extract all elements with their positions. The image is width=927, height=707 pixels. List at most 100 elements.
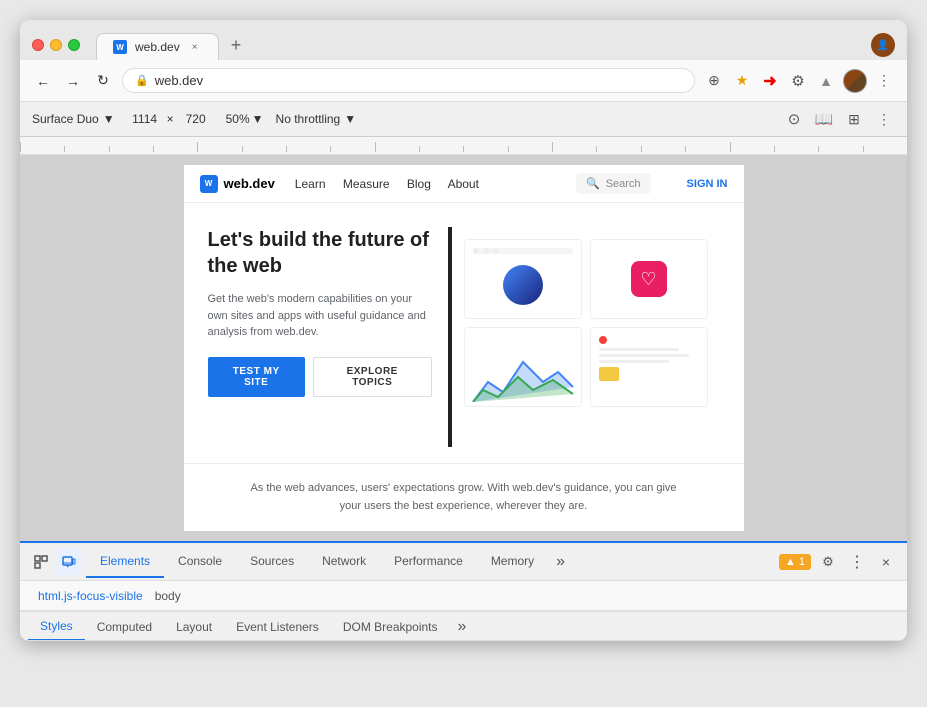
ruler-mark bbox=[774, 146, 818, 152]
split-line bbox=[448, 227, 452, 447]
tab-network[interactable]: Network bbox=[308, 546, 380, 578]
nav-learn[interactable]: Learn bbox=[295, 177, 326, 191]
device-mode-button[interactable] bbox=[56, 549, 82, 575]
device-toolbar: Surface Duo ▼ × 50% ▼ No throttling ▼ ⊙ … bbox=[20, 102, 907, 137]
ruler-mark bbox=[685, 146, 729, 152]
subtab-layout[interactable]: Layout bbox=[164, 614, 224, 640]
tab-close-button[interactable]: × bbox=[188, 40, 202, 54]
zoom-value: 50% bbox=[226, 112, 250, 126]
zoom-selector[interactable]: 50% ▼ bbox=[226, 112, 264, 126]
dimensions-times: × bbox=[167, 112, 174, 126]
explore-topics-button[interactable]: EXPLORE TOPICS bbox=[313, 357, 432, 397]
nav-blog[interactable]: Blog bbox=[407, 177, 431, 191]
ruler-mark bbox=[641, 146, 685, 152]
breadcrumb-body[interactable]: body bbox=[149, 587, 187, 605]
warning-count: 1 bbox=[799, 556, 805, 568]
screenshot-icon[interactable]: ⊞ bbox=[843, 108, 865, 130]
ruler-mark bbox=[596, 146, 640, 152]
more-tabs-button[interactable]: » bbox=[548, 549, 573, 575]
nav-actions: ⊕ ★ ➜ ⚙ ▲ ⋮ bbox=[703, 69, 895, 93]
url-text: web.dev bbox=[155, 73, 203, 88]
subtab-event-listeners[interactable]: Event Listeners bbox=[224, 614, 331, 640]
bookmark-button[interactable]: ★ bbox=[731, 70, 753, 92]
devtools-tabs: Elements Console Sources Network Perform… bbox=[20, 543, 907, 581]
tab-memory[interactable]: Memory bbox=[477, 546, 548, 578]
hero-description: As the web advances, users' expectations… bbox=[184, 463, 744, 531]
devtools-more-button[interactable]: ⋮ bbox=[841, 548, 873, 576]
more-button[interactable]: ⋮ bbox=[873, 70, 895, 92]
test-my-site-button[interactable]: TEST MY SITE bbox=[208, 357, 305, 397]
close-button[interactable] bbox=[32, 39, 44, 51]
ruler-mark bbox=[863, 146, 907, 152]
height-input[interactable] bbox=[178, 112, 214, 126]
minimize-button[interactable] bbox=[50, 39, 62, 51]
forward-button[interactable]: → bbox=[62, 70, 84, 92]
throttle-chevron: ▼ bbox=[344, 112, 356, 126]
nav-about[interactable]: About bbox=[448, 177, 479, 191]
title-bar: W web.dev × + 👤 bbox=[20, 20, 907, 60]
breadcrumb-bar: html.js-focus-visible body bbox=[20, 581, 907, 611]
inspect-element-button[interactable] bbox=[28, 549, 54, 575]
devtools-close-button[interactable]: × bbox=[873, 549, 899, 575]
subtab-computed[interactable]: Computed bbox=[85, 614, 164, 640]
device-name: Surface Duo bbox=[32, 112, 99, 126]
ruler-mark bbox=[419, 146, 463, 152]
ruler-mark bbox=[20, 142, 64, 152]
active-tab[interactable]: W web.dev × bbox=[96, 33, 219, 60]
subtab-dom-breakpoints[interactable]: DOM Breakpoints bbox=[331, 614, 450, 640]
subtab-styles[interactable]: Styles bbox=[28, 613, 85, 641]
ruler-mark bbox=[153, 146, 197, 152]
signin-button[interactable]: SIGN IN bbox=[687, 178, 728, 190]
extension-arrow-button[interactable]: ➜ bbox=[759, 70, 781, 92]
ruler-mark bbox=[730, 142, 774, 152]
ruler-mark bbox=[818, 146, 862, 152]
hero-text: Let's build the future of the web Get th… bbox=[208, 227, 448, 447]
ruler-bar bbox=[20, 137, 907, 155]
tab-console[interactable]: Console bbox=[164, 546, 236, 578]
nav-measure[interactable]: Measure bbox=[343, 177, 390, 191]
profile-avatar[interactable] bbox=[843, 69, 867, 93]
breadcrumb-html[interactable]: html.js-focus-visible bbox=[32, 587, 149, 605]
hero-buttons: TEST MY SITE EXPLORE TOPICS bbox=[208, 357, 432, 397]
back-button[interactable]: ← bbox=[32, 70, 54, 92]
extension-gear-button[interactable]: ⚙ bbox=[787, 70, 809, 92]
width-input[interactable] bbox=[127, 112, 163, 126]
new-tab-button[interactable]: + bbox=[223, 30, 250, 60]
toolbar-icons: ⊙ 📖 ⊞ ⋮ bbox=[783, 108, 895, 130]
maximize-button[interactable] bbox=[68, 39, 80, 51]
tab-elements[interactable]: Elements bbox=[86, 546, 164, 578]
devtools-subtabs: Styles Computed Layout Event Listeners D… bbox=[20, 611, 907, 641]
book-icon[interactable]: 📖 bbox=[813, 108, 835, 130]
dimensions-box: × bbox=[127, 112, 214, 126]
ruler-mark bbox=[286, 146, 330, 152]
tab-sources[interactable]: Sources bbox=[236, 546, 308, 578]
hero-title: Let's build the future of the web bbox=[208, 227, 432, 279]
viewport: W web.dev Learn Measure Blog About 🔍 Sea… bbox=[20, 155, 907, 541]
logo-text: web.dev bbox=[224, 176, 275, 191]
devtools-settings-button[interactable]: ⚙ bbox=[815, 549, 841, 575]
ruler-mark bbox=[197, 142, 241, 152]
ruler-mark bbox=[463, 146, 507, 152]
webpage-header: W web.dev Learn Measure Blog About 🔍 Sea… bbox=[184, 165, 744, 203]
nav-bar: ← → ↻ 🔒 web.dev ⊕ ★ ➜ ⚙ ▲ ⋮ bbox=[20, 60, 907, 102]
warning-icon: ▲ bbox=[785, 556, 796, 568]
warning-badge[interactable]: ▲ 1 bbox=[779, 554, 811, 570]
toolbar-more-button[interactable]: ⋮ bbox=[873, 108, 895, 130]
address-bar[interactable]: 🔒 web.dev bbox=[122, 68, 695, 93]
throttle-selector[interactable]: No throttling ▼ bbox=[276, 112, 357, 126]
description-text: As the web advances, users' expectations… bbox=[250, 482, 676, 512]
ruler-mark bbox=[375, 142, 419, 152]
tab-performance[interactable]: Performance bbox=[380, 546, 477, 578]
webdev-logo: W web.dev bbox=[200, 175, 275, 193]
extensions-button[interactable]: ⊕ bbox=[703, 70, 725, 92]
device-toggle-icon[interactable]: ⊙ bbox=[783, 108, 805, 130]
tab-bar: W web.dev × + bbox=[96, 30, 863, 60]
refresh-button[interactable]: ↻ bbox=[92, 70, 114, 92]
subtabs-more-button[interactable]: » bbox=[450, 614, 475, 640]
search-box[interactable]: 🔍 Search bbox=[576, 173, 651, 194]
tab-favicon: W bbox=[113, 40, 127, 54]
alert-button[interactable]: ▲ bbox=[815, 70, 837, 92]
device-selector[interactable]: Surface Duo ▼ bbox=[32, 112, 115, 126]
simulated-page: W web.dev Learn Measure Blog About 🔍 Sea… bbox=[184, 165, 744, 531]
profile-icon[interactable]: 👤 bbox=[871, 33, 895, 57]
